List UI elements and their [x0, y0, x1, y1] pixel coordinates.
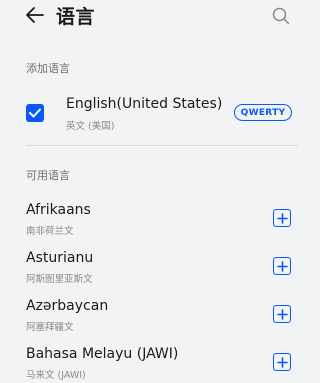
plus-icon [276, 212, 288, 224]
language-settings-page: 语言 添加语言 English(United States) 英文 (美国) Q… [0, 0, 320, 383]
language-name: English(United States) [66, 96, 223, 112]
add-language-button[interactable] [273, 257, 291, 275]
language-name: Bahasa Melayu (JAWI) [26, 346, 179, 362]
header: 语言 [0, 0, 320, 36]
add-language-button[interactable] [273, 353, 291, 371]
list-item-language[interactable]: Azərbaycan 阿塞拜疆文 [0, 298, 320, 334]
checkmark-icon [29, 108, 41, 118]
add-language-button[interactable] [273, 209, 291, 227]
list-item-language[interactable]: Bahasa Melayu (JAWI) 马来文 (JAWI) [0, 346, 320, 382]
plus-icon [276, 308, 288, 320]
keyboard-layout-badge[interactable]: QWERTY [234, 104, 292, 121]
language-native-name: 马来文 (JAWI) [26, 370, 86, 381]
list-item-added-language[interactable]: English(United States) 英文 (美国) QWERTY [0, 96, 320, 136]
divider [26, 145, 298, 146]
section-title-added: 添加语言 [26, 62, 70, 75]
language-name: Azərbaycan [26, 298, 109, 314]
language-native-name: 阿斯图里亚斯文 [26, 274, 93, 285]
language-native-name: 阿塞拜疆文 [26, 322, 74, 333]
plus-icon [276, 260, 288, 272]
language-name: Asturianu [26, 250, 94, 266]
language-native-name: 英文 (美国) [66, 121, 115, 132]
list-item-language[interactable]: Afrikaans 南非荷兰文 [0, 202, 320, 238]
search-icon[interactable] [270, 5, 292, 27]
add-language-button[interactable] [273, 305, 291, 323]
arrow-left-icon[interactable] [24, 4, 46, 26]
page-title: 语言 [56, 6, 96, 28]
language-name: Afrikaans [26, 202, 91, 218]
section-title-available: 可用语言 [26, 169, 70, 182]
list-item-language[interactable]: Asturianu 阿斯图里亚斯文 [0, 250, 320, 286]
language-native-name: 南非荷兰文 [26, 226, 74, 237]
checkbox-checked[interactable] [26, 104, 44, 122]
plus-icon [276, 356, 288, 368]
